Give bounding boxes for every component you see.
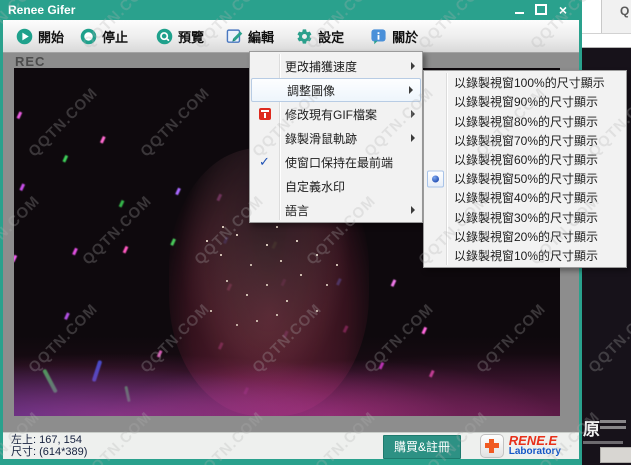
gear-icon bbox=[296, 28, 313, 45]
menu-item-language[interactable]: 語言 bbox=[250, 198, 422, 222]
submenu-item-10[interactable]: 以錄製視窗10%的尺寸顯示 bbox=[424, 246, 626, 265]
toolbar: 開始 停止 預覽 編輯 設定 關於 bbox=[3, 20, 579, 53]
menu-item-custom-watermark[interactable]: 自定義水印 bbox=[250, 174, 422, 198]
submenu-item-40[interactable]: 以錄製視窗40%的尺寸顯示 bbox=[424, 188, 626, 207]
crowd-glow bbox=[14, 336, 560, 416]
minimize-icon bbox=[515, 12, 524, 14]
preview-button[interactable]: 預覽 bbox=[153, 23, 207, 49]
menu-item-capture-speed[interactable]: 更改捕獲速度 bbox=[250, 54, 422, 78]
minimize-button[interactable] bbox=[509, 2, 529, 17]
background-caption-text: 原 bbox=[583, 420, 600, 439]
background-window-toolbar: Q bbox=[582, 0, 631, 48]
submenu-arrow-icon bbox=[411, 134, 415, 142]
renee-laboratory-logo: RENE.E Laboratory bbox=[480, 434, 561, 458]
menu-item-keep-on-top[interactable]: ✓ 使窗口保持在最前端 bbox=[250, 150, 422, 174]
background-small-text bbox=[600, 420, 626, 432]
submenu-item-80[interactable]: 以錄製視窗80%的尺寸顯示 bbox=[424, 111, 626, 130]
adjust-image-submenu: 以錄製視窗100%的尺寸顯示 以錄製視窗90%的尺寸顯示 以錄製視窗80%的尺寸… bbox=[423, 70, 627, 268]
checkmark-icon: ✓ bbox=[259, 154, 270, 170]
capture-coordinates: 左上: 167, 154 尺寸: (614*389) bbox=[11, 434, 87, 458]
capture-size: 尺寸: (614*389) bbox=[11, 446, 87, 458]
settings-button[interactable]: 設定 bbox=[293, 23, 347, 49]
stop-button[interactable]: 停止 bbox=[77, 23, 131, 49]
maximize-button[interactable] bbox=[531, 2, 551, 17]
window-title: Renee Gifer bbox=[8, 3, 75, 17]
submenu-item-20[interactable]: 以錄製視窗20%的尺寸顯示 bbox=[424, 227, 626, 246]
rec-label: REC bbox=[15, 54, 45, 69]
submenu-arrow-icon bbox=[409, 86, 413, 94]
close-button[interactable]: × bbox=[553, 2, 573, 17]
background-partial-glyph: Q bbox=[620, 4, 629, 18]
watermark-text: QQTN.COM bbox=[585, 300, 631, 376]
submenu-arrow-icon bbox=[411, 110, 415, 118]
gif-edit-icon bbox=[259, 108, 271, 120]
divider bbox=[601, 0, 602, 33]
submenu-item-90[interactable]: 以錄製視窗90%的尺寸顯示 bbox=[424, 92, 626, 111]
divider bbox=[582, 33, 631, 34]
buy-register-button[interactable]: 購買&註冊 bbox=[383, 435, 461, 459]
topleft-coordinates: 左上: 167, 154 bbox=[11, 434, 87, 446]
submenu-item-30[interactable]: 以錄製視窗30%的尺寸顯示 bbox=[424, 207, 626, 226]
logo-sub-text: Laboratory bbox=[509, 447, 561, 457]
maximize-icon bbox=[535, 4, 547, 15]
radio-selected-icon bbox=[427, 170, 444, 187]
submenu-item-60[interactable]: 以錄製視窗60%的尺寸顯示 bbox=[424, 150, 626, 169]
window-controls: × bbox=[507, 2, 573, 17]
menu-item-edit-gif[interactable]: 修改現有GIF檔案 bbox=[250, 102, 422, 126]
sparkle-graphics bbox=[14, 68, 16, 70]
menu-item-adjust-image[interactable]: 調整圖像 bbox=[251, 78, 421, 102]
preview-icon bbox=[156, 28, 173, 45]
submenu-item-100[interactable]: 以錄製視窗100%的尺寸顯示 bbox=[424, 73, 626, 92]
edit-button[interactable]: 編輯 bbox=[223, 23, 277, 49]
menu-item-mouse-trail[interactable]: 錄製滑鼠軌跡 bbox=[250, 126, 422, 150]
edit-icon bbox=[226, 28, 243, 45]
submenu-item-50[interactable]: 以錄製視窗50%的尺寸顯示 bbox=[424, 169, 626, 188]
titlebar[interactable]: Renee Gifer × bbox=[0, 0, 582, 20]
stop-icon bbox=[80, 28, 97, 45]
submenu-arrow-icon bbox=[411, 62, 415, 70]
play-icon bbox=[16, 28, 33, 45]
submenu-item-70[interactable]: 以錄製視窗70%的尺寸顯示 bbox=[424, 131, 626, 150]
info-icon bbox=[370, 28, 387, 45]
first-aid-kit-icon bbox=[480, 434, 504, 458]
start-button[interactable]: 開始 bbox=[13, 23, 67, 49]
background-window-fragment bbox=[600, 447, 631, 463]
background-video-caption: 原 bbox=[583, 415, 600, 440]
statusbar: 左上: 167, 154 尺寸: (614*389) 購買&註冊 RENE.E … bbox=[3, 432, 579, 459]
about-button[interactable]: 關於 bbox=[367, 23, 421, 49]
settings-menu: 更改捕獲速度 調整圖像 修改現有GIF檔案 錄製滑鼠軌跡 ✓ 使窗口保持在最前端… bbox=[249, 51, 423, 223]
submenu-arrow-icon bbox=[411, 206, 415, 214]
